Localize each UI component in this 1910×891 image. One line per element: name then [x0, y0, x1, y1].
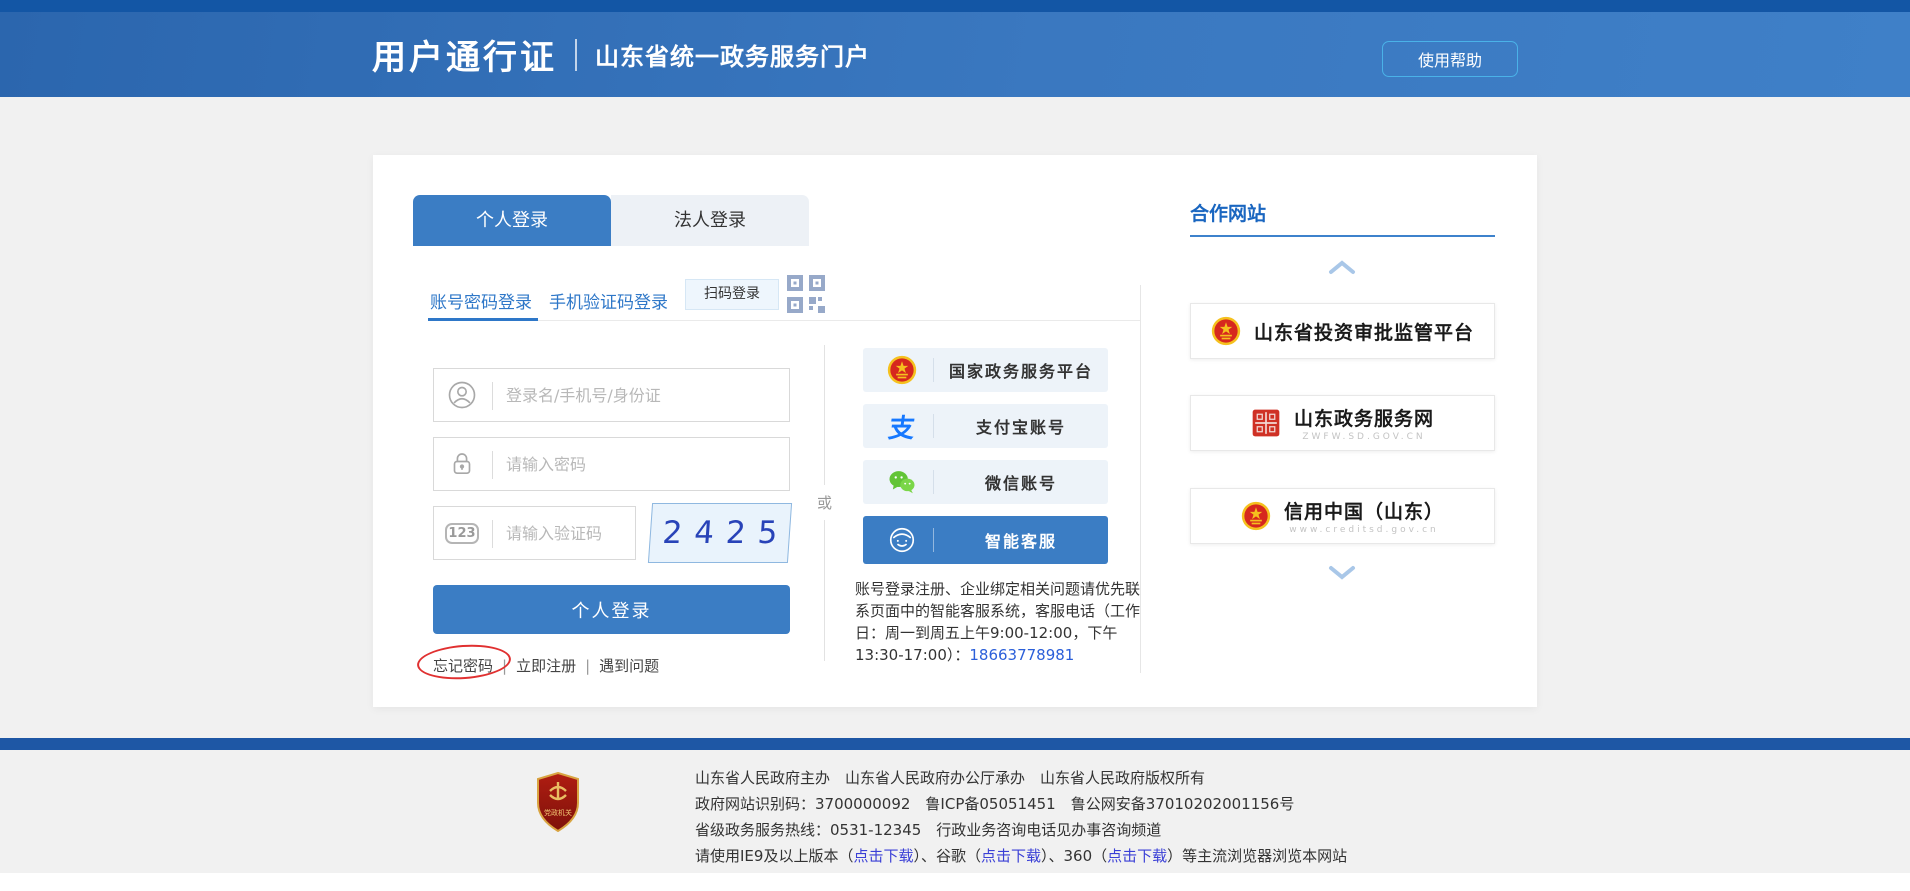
login-links: 忘记密码 | 立即注册 | 遇到问题 [433, 655, 659, 676]
username-input[interactable] [506, 370, 776, 420]
service-phone-link[interactable]: 18663778981 [969, 646, 1074, 664]
user-icon [447, 380, 477, 410]
chevron-down-icon[interactable] [1328, 565, 1356, 580]
browser-note-text: ）等主流浏览器浏览本网站 [1167, 847, 1347, 865]
section-divider [1140, 285, 1141, 673]
third-party-alipay[interactable]: 支 支付宝账号 [863, 404, 1108, 448]
problems-link[interactable]: 遇到问题 [599, 655, 659, 676]
footer-line-2: 政府网站识别码：3700000092 鲁ICP备05051451 鲁公网安备37… [695, 791, 1347, 817]
footer-line-3: 省级政务服务热线：0531-12345 行政业务咨询电话见办事咨询频道 [695, 817, 1347, 843]
link-separator: | [585, 657, 590, 675]
third-party-national-platform[interactable]: 国家政务服务平台 [863, 348, 1108, 392]
badge-label: 党政机关 [535, 808, 581, 818]
download-link-chrome[interactable]: 点击下载 [981, 847, 1041, 865]
service-note: 账号登录注册、企业绑定相关问题请优先联系页面中的智能客服系统，客服电话（工作日：… [855, 578, 1149, 666]
numbers-icon: 123 [445, 523, 479, 544]
footer-bottom-strip [0, 873, 1910, 891]
browser-note-text: 请使用IE9及以上版本（ [695, 847, 853, 865]
red-seal-icon [1251, 408, 1281, 438]
partner-text: 山东省投资审批监管平台 [1254, 318, 1474, 345]
header [0, 12, 1910, 97]
username-field-wrapper [433, 368, 790, 422]
third-party-wechat[interactable]: 微信账号 [863, 460, 1108, 504]
footer-top-bar [0, 738, 1910, 750]
partners-title-underline [1190, 235, 1495, 237]
national-emblem-icon [1211, 316, 1241, 346]
title-divider [575, 39, 577, 71]
header-top-strip [0, 0, 1910, 12]
footer-text: 山东省人民政府主办 山东省人民政府办公厅承办 山东省人民政府版权所有 政府网站识… [695, 765, 1347, 869]
national-emblem-icon [1241, 501, 1271, 531]
brand: 用户通行证 山东省统一政务服务门户 [372, 12, 870, 97]
browser-note-text: ）、360（ [1041, 847, 1107, 865]
partner-text: 信用中国（山东） www.creditsd.gov.cn [1284, 497, 1444, 536]
page-title: 用户通行证 [372, 30, 557, 79]
password-field-wrapper [433, 437, 790, 491]
browser-note-text: ）、谷歌（ [913, 847, 981, 865]
login-card: 个人登录 法人登录 账号密码登录 手机验证码登录 扫码登录 [373, 155, 1537, 707]
active-method-underline [428, 318, 538, 321]
qr-code-icon[interactable] [785, 273, 827, 315]
alipay-icon: 支 [887, 411, 917, 441]
forgot-password-link[interactable]: 忘记密码 [433, 655, 493, 676]
partner-credit-china[interactable]: 信用中国（山东） www.creditsd.gov.cn [1190, 488, 1495, 544]
tab-personal-login[interactable]: 个人登录 [413, 195, 611, 246]
help-button[interactable]: 使用帮助 [1382, 41, 1518, 77]
field-divider [492, 451, 493, 479]
partner-text: 山东政务服务网 ZWFW.SD.GOV.CN [1294, 404, 1434, 443]
partner-investment-platform[interactable]: 山东省投资审批监管平台 [1190, 303, 1495, 359]
footer-line-4: 请使用IE9及以上版本（点击下载）、谷歌（点击下载）、360（点击下载）等主流浏… [695, 843, 1347, 869]
captcha-field-wrapper: 123 [433, 506, 636, 560]
customer-service-icon [887, 525, 917, 555]
tab-legal-login[interactable]: 法人登录 [611, 195, 809, 246]
download-link-360[interactable]: 点击下载 [1107, 847, 1167, 865]
chevron-up-icon[interactable] [1328, 260, 1356, 275]
personal-login-button[interactable]: 个人登录 [433, 585, 790, 634]
field-divider [492, 382, 493, 410]
method-sms-login[interactable]: 手机验证码登录 [549, 288, 668, 313]
third-party-smart-service[interactable]: 智能客服 [863, 516, 1108, 564]
lock-icon [447, 449, 477, 479]
national-emblem-icon [887, 355, 917, 385]
footer-line-1: 山东省人民政府主办 山东省人民政府办公厅承办 山东省人民政府版权所有 [695, 765, 1347, 791]
scan-login-label[interactable]: 扫码登录 [685, 279, 779, 310]
partner-government-service-site[interactable]: 山东政务服务网 ZWFW.SD.GOV.CN [1190, 395, 1495, 451]
government-agency-badge-icon[interactable]: 党政机关 [535, 772, 581, 832]
page: 用户通行证 山东省统一政务服务门户 使用帮助 个人登录 法人登录 账号密码登录 … [0, 0, 1910, 891]
wechat-icon [887, 467, 917, 497]
password-input[interactable] [506, 439, 776, 489]
link-separator: | [502, 657, 507, 675]
captcha-input[interactable] [506, 508, 624, 558]
page-subtitle: 山东省统一政务服务门户 [595, 37, 870, 72]
field-divider [492, 520, 493, 548]
captcha-image[interactable]: 2425 [648, 503, 792, 563]
method-password-login[interactable]: 账号密码登录 [430, 288, 532, 313]
register-link[interactable]: 立即注册 [516, 655, 576, 676]
download-link-ie[interactable]: 点击下载 [853, 847, 913, 865]
partners-title: 合作网站 [1190, 199, 1266, 226]
or-text: 或 [809, 485, 840, 520]
